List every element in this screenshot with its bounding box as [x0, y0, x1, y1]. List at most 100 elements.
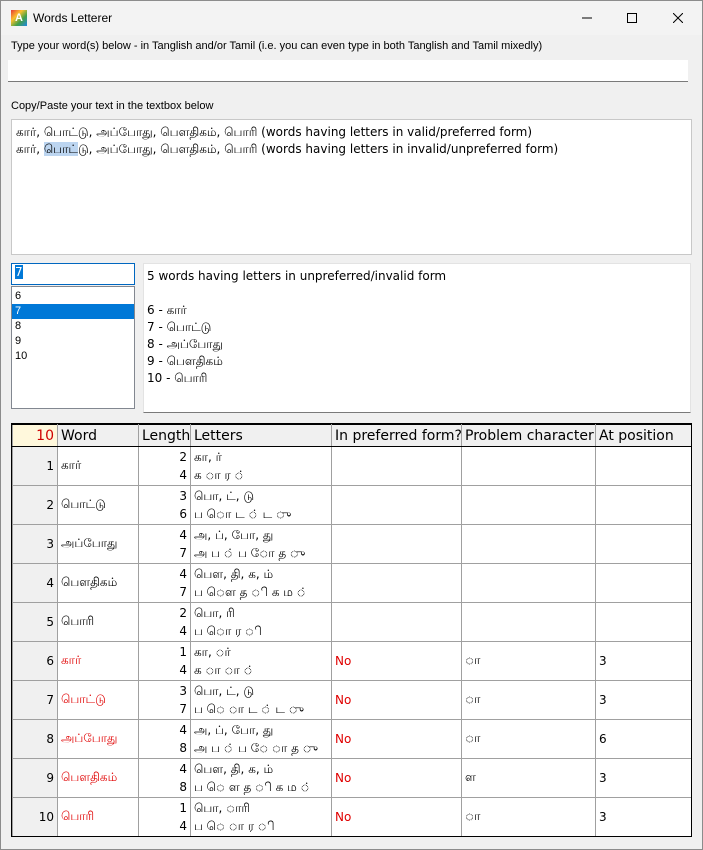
preferred-cell[interactable] [331, 524, 462, 564]
word-cell[interactable]: பொட்டு [57, 680, 139, 720]
length-cell[interactable]: 48 [138, 758, 191, 798]
preferred-cell[interactable]: No [331, 680, 462, 720]
preferred-cell[interactable] [331, 485, 462, 525]
header-preferred[interactable]: In preferred form? [331, 424, 462, 447]
length-cell[interactable]: 48 [138, 719, 191, 759]
text-input-area[interactable]: கார், பொட்டு, அப்போது, பௌதிகம், பொரி (wo… [11, 119, 692, 255]
maximize-button[interactable] [609, 1, 655, 35]
preferred-cell[interactable] [331, 446, 462, 486]
position-cell[interactable] [595, 446, 691, 486]
letters-cell[interactable]: அ, ப், போ, து அ ப ் ப ோ த ு [190, 524, 332, 564]
position-cell[interactable]: 3 [595, 641, 691, 681]
preferred-cell[interactable]: No [331, 797, 462, 836]
list-item[interactable]: 6 [12, 289, 134, 304]
word-number-value: 7 [15, 265, 23, 279]
word-cell[interactable]: அப்போது [57, 524, 139, 564]
preferred-cell[interactable]: No [331, 758, 462, 798]
length-cell[interactable]: 14 [138, 641, 191, 681]
length-letters: 4 [179, 723, 187, 737]
letters-cell[interactable]: பொ, ட், டு ப ெ ா ட ் ட ு [190, 680, 332, 720]
table-row[interactable]: 10 பொரி 1 4 பொ, ாரி ப ெ ா ர ி Noா 3 [12, 797, 691, 836]
problem-char-cell[interactable]: ா [461, 797, 596, 836]
letters-cell[interactable]: பௌ, தி, க, ம் ப ௌ த ி க ம ் [190, 563, 332, 603]
letters-split: அ ப ் ப ோ த ு [194, 546, 306, 560]
row-number: 2 [12, 485, 58, 525]
length-cell[interactable]: 14 [138, 797, 191, 836]
position-cell[interactable] [595, 602, 691, 642]
letters-cell[interactable]: பொ, ட், டு ப ொ ட ் ட ு [190, 485, 332, 525]
problem-char-cell[interactable] [461, 446, 596, 486]
letters-cell[interactable]: பொ, ரி ப ொ ர ி [190, 602, 332, 642]
letters-cell[interactable]: அ, ப், போ, து அ ப ் ப ே ா த ு [190, 719, 332, 759]
word-cell[interactable]: கார் [57, 446, 139, 486]
preferred-cell[interactable]: No [331, 641, 462, 681]
length-cell[interactable]: 36 [138, 485, 191, 525]
table-row[interactable]: 6 கார் 1 4 கா, ா் க ா ா ் Noா 3 [12, 641, 691, 681]
header-word[interactable]: Word [57, 424, 139, 447]
position-cell[interactable]: 6 [595, 719, 691, 759]
header-problem-char[interactable]: Problem character [461, 424, 596, 447]
table-row[interactable]: 3 அப்போது 4 7 அ, ப், போ, து அ ப ் ப ோ த ு [12, 524, 691, 564]
header-length[interactable]: Length [138, 424, 191, 447]
letters-cell[interactable]: பௌ, தி, க, ம் ப ெ ள த ி க ம ் [190, 758, 332, 798]
word-number-input[interactable]: 7 [11, 263, 135, 285]
length-cell[interactable]: 37 [138, 680, 191, 720]
problem-char-cell[interactable] [461, 563, 596, 603]
table-row[interactable]: 5 பொரி 2 4 பொ, ரி ப ொ ர ி [12, 602, 691, 642]
problem-char-cell[interactable]: ள [461, 758, 596, 798]
length-cell[interactable]: 47 [138, 524, 191, 564]
preferred-cell[interactable] [331, 602, 462, 642]
list-item[interactable]: 9 [12, 334, 134, 349]
problem-char-cell[interactable] [461, 485, 596, 525]
header-position[interactable]: At position [595, 424, 691, 447]
word-number-list[interactable]: 6 7 8 9 10 [11, 286, 135, 409]
problem-char-cell[interactable]: ா [461, 641, 596, 681]
position-cell[interactable] [595, 485, 691, 525]
table-row[interactable]: 1 கார் 2 4 கா, ர் க ா ர ் [12, 446, 691, 486]
position-cell[interactable]: 3 [595, 797, 691, 836]
problem-char-cell[interactable] [461, 524, 596, 564]
word-cell[interactable]: பௌதிகம் [57, 758, 139, 798]
problem-char-cell[interactable]: ா [461, 719, 596, 759]
problem-char-cell[interactable] [461, 602, 596, 642]
list-item[interactable]: 10 [12, 349, 134, 364]
length-chars: 7 [179, 702, 187, 716]
text-line-1: கார், பொட்டு, அப்போது, பௌதிகம், பொரி (wo… [16, 125, 533, 139]
letters-cell[interactable]: கா, ர் க ா ர ் [190, 446, 332, 486]
letters-cell[interactable]: கா, ா் க ா ா ் [190, 641, 332, 681]
letters-grouped: அ, ப், போ, து [194, 723, 274, 737]
position-cell[interactable]: 3 [595, 758, 691, 798]
table-row[interactable]: 4 பௌதிகம் 4 7 பௌ, தி, க, ம் ப ௌ த ி க ம ் [12, 563, 691, 603]
word-cell[interactable]: பொட்டு [57, 485, 139, 525]
word-cell[interactable]: அப்போது [57, 719, 139, 759]
length-cell[interactable]: 24 [138, 602, 191, 642]
preferred-cell[interactable]: No [331, 719, 462, 759]
length-chars: 4 [179, 624, 187, 638]
table-row[interactable]: 8 அப்போது 4 8 அ, ப், போ, து அ ப ் ப ே ா த ு No… [12, 719, 691, 759]
table-row[interactable]: 2 பொட்டு 3 6 பொ, ட், டு ப ொ ட ் ட ு [12, 485, 691, 525]
word-cell[interactable]: பௌதிகம் [57, 563, 139, 603]
header-letters[interactable]: Letters [190, 424, 332, 447]
length-cell[interactable]: 47 [138, 563, 191, 603]
table-row[interactable]: 7 பொட்டு 3 7 பொ, ட், டு ப ெ ா ட ் ட ு Noா 3 [12, 680, 691, 720]
position-cell[interactable]: 3 [595, 680, 691, 720]
word-cell[interactable]: பொரி [57, 797, 139, 836]
result-text-area[interactable]: 5 words having letters in unpreferred/in… [143, 263, 691, 413]
list-item[interactable]: 8 [12, 319, 134, 334]
preferred-cell[interactable] [331, 563, 462, 603]
close-button[interactable] [655, 1, 701, 35]
word-cell[interactable]: கார் [57, 641, 139, 681]
list-item-selected[interactable]: 7 [12, 304, 134, 319]
minimize-button[interactable] [564, 1, 610, 35]
position-cell[interactable] [595, 563, 691, 603]
table-row[interactable]: 9 பௌதிகம் 4 8 பௌ, தி, க, ம் ப ெ ள த ி க ம ் No… [12, 758, 691, 798]
letters-cell[interactable]: பொ, ாரி ப ெ ா ர ி [190, 797, 332, 836]
position-cell[interactable] [595, 524, 691, 564]
letters-grid[interactable]: 10 Word Length Letters In preferred form… [11, 423, 692, 837]
letters-split: க ா ர ் [194, 468, 245, 482]
problem-char-cell[interactable]: ா [461, 680, 596, 720]
length-cell[interactable]: 24 [138, 446, 191, 486]
text-line-2-before: கார், [16, 142, 44, 156]
tanglish-input[interactable] [8, 60, 688, 82]
word-cell[interactable]: பொரி [57, 602, 139, 642]
